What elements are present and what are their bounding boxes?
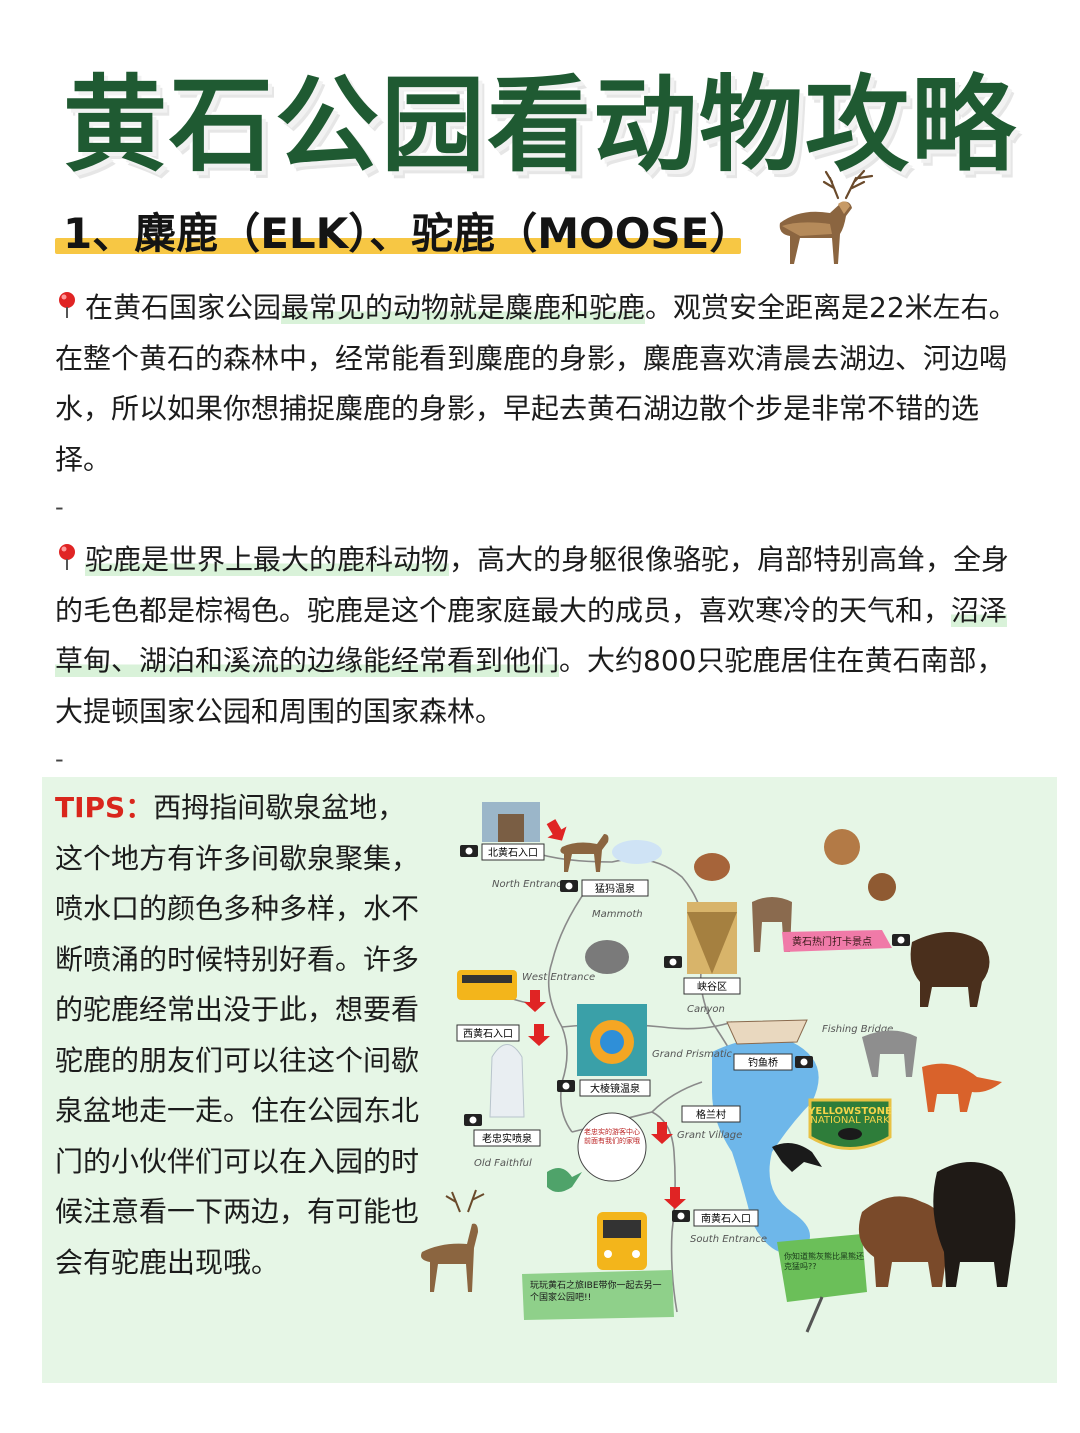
- canoe-illustration: [726, 1019, 808, 1045]
- north-entrance-label: 北黄石入口: [488, 846, 538, 859]
- camera-icon: [892, 934, 910, 946]
- fox-illustration: [922, 1063, 1002, 1112]
- elk-small-illustration: [560, 834, 609, 872]
- west-entrance-label: 西黄石入口: [463, 1027, 513, 1040]
- camera-icon: [460, 845, 478, 857]
- north-entrance-en: North Entrance: [492, 879, 568, 890]
- squirrel-illustration: [694, 853, 730, 881]
- para1-pre: 在黄石国家公园: [85, 291, 282, 324]
- yellowstone-illustrated-map: 北黄石入口 North Entrance 猛犸温泉 Mammoth 峡谷区 Ca…: [421, 802, 1016, 1333]
- separator-dash: -: [55, 745, 64, 773]
- old-faithful-label: 老忠实喷泉: [482, 1132, 532, 1145]
- page-title: 黄石公园看动物攻略: [62, 64, 1017, 186]
- elk-illustration: [779, 169, 874, 264]
- flag-note-text: 你知道熊灰熊比黑熊还克猛吗??: [784, 1252, 864, 1271]
- hummingbird-illustration: [547, 1168, 582, 1192]
- checkin-sign-text: 黄石热门打卡景点: [792, 935, 872, 948]
- old-faithful-en: Old Faithful: [474, 1158, 532, 1169]
- pin-icon: [59, 292, 75, 318]
- pin-icon: [59, 544, 75, 570]
- grant-village-en: Grant Village: [677, 1130, 742, 1141]
- badge-sub-text: NATIONAL PARK: [810, 1115, 890, 1126]
- camera-icon: [560, 880, 578, 892]
- raven-illustration: [772, 1143, 822, 1172]
- bison-illustration: [910, 932, 990, 1007]
- mammoth-en: Mammoth: [592, 909, 643, 920]
- camera-icon: [464, 1114, 482, 1126]
- old-faithful-illustration: [489, 1044, 525, 1118]
- fishing-bridge-label: 钓鱼桥: [748, 1056, 778, 1069]
- camera-icon: [672, 1210, 690, 1222]
- speech-bubble-text: 老忠实的游客中心前面有我们的家哦: [584, 1128, 640, 1145]
- south-entrance-label: 南黄石入口: [701, 1212, 751, 1225]
- paragraph-moose: 驼鹿是世界上最大的鹿科动物，高大的身躯很像骆驼，肩部特别高耸，全身的毛色都是棕褐…: [55, 535, 1030, 737]
- south-entrance-en: South Entrance: [690, 1234, 767, 1245]
- para2-highlight-1: 驼鹿是世界上最大的鹿科动物: [85, 543, 450, 576]
- para1-highlight: 最常见的动物就是麋鹿和驼鹿: [281, 291, 646, 324]
- west-entrance-en: West Entrance: [522, 972, 595, 983]
- grand-prismatic-en: Grand Prismatic: [652, 1049, 733, 1060]
- tips-label: TIPS：: [55, 791, 154, 824]
- mammoth-label: 猛犸温泉: [595, 882, 635, 895]
- raccoon-illustration: [585, 940, 629, 974]
- deer-illustration: [421, 1189, 485, 1292]
- section-heading-text: 1、麋鹿（ELK）、驼鹿（MOOSE）: [63, 209, 752, 258]
- canyon-label: 峡谷区: [697, 980, 727, 993]
- separator-dash: -: [55, 493, 64, 521]
- camera-icon: [795, 1056, 813, 1068]
- tips-body: 西拇指间歇泉盆地，这个地方有许多间歇泉聚集，喷水口的颜色多种多样，水不断喷涌的时…: [55, 791, 420, 1279]
- grant-village-label: 格兰村: [696, 1108, 726, 1121]
- tips-text-block: TIPS：西拇指间歇泉盆地，这个地方有许多间歇泉聚集，喷水口的颜色多种多样，水不…: [55, 783, 423, 1288]
- black-bear-illustration: [933, 1162, 1016, 1287]
- hot-spring-illustration: [612, 840, 662, 864]
- canyon-en: Canyon: [687, 1004, 725, 1015]
- school-bus-illustration: [457, 970, 517, 1000]
- boo-boo-illustration: [868, 873, 896, 901]
- wolf-illustration: [862, 1030, 917, 1077]
- grand-prismatic-label: 大棱镜温泉: [590, 1082, 640, 1095]
- camera-icon: [664, 956, 682, 968]
- paragraph-elk: 在黄石国家公园最常见的动物就是麋鹿和驼鹿。观赏安全距离是22米左右。在整个黄石的…: [55, 283, 1030, 485]
- camera-icon: [557, 1080, 575, 1092]
- bottom-note-text: 玩玩黄石之旅IBE带你一起去另一个国家公园吧!!: [530, 1281, 662, 1303]
- yogi-bear-illustration: [824, 829, 860, 865]
